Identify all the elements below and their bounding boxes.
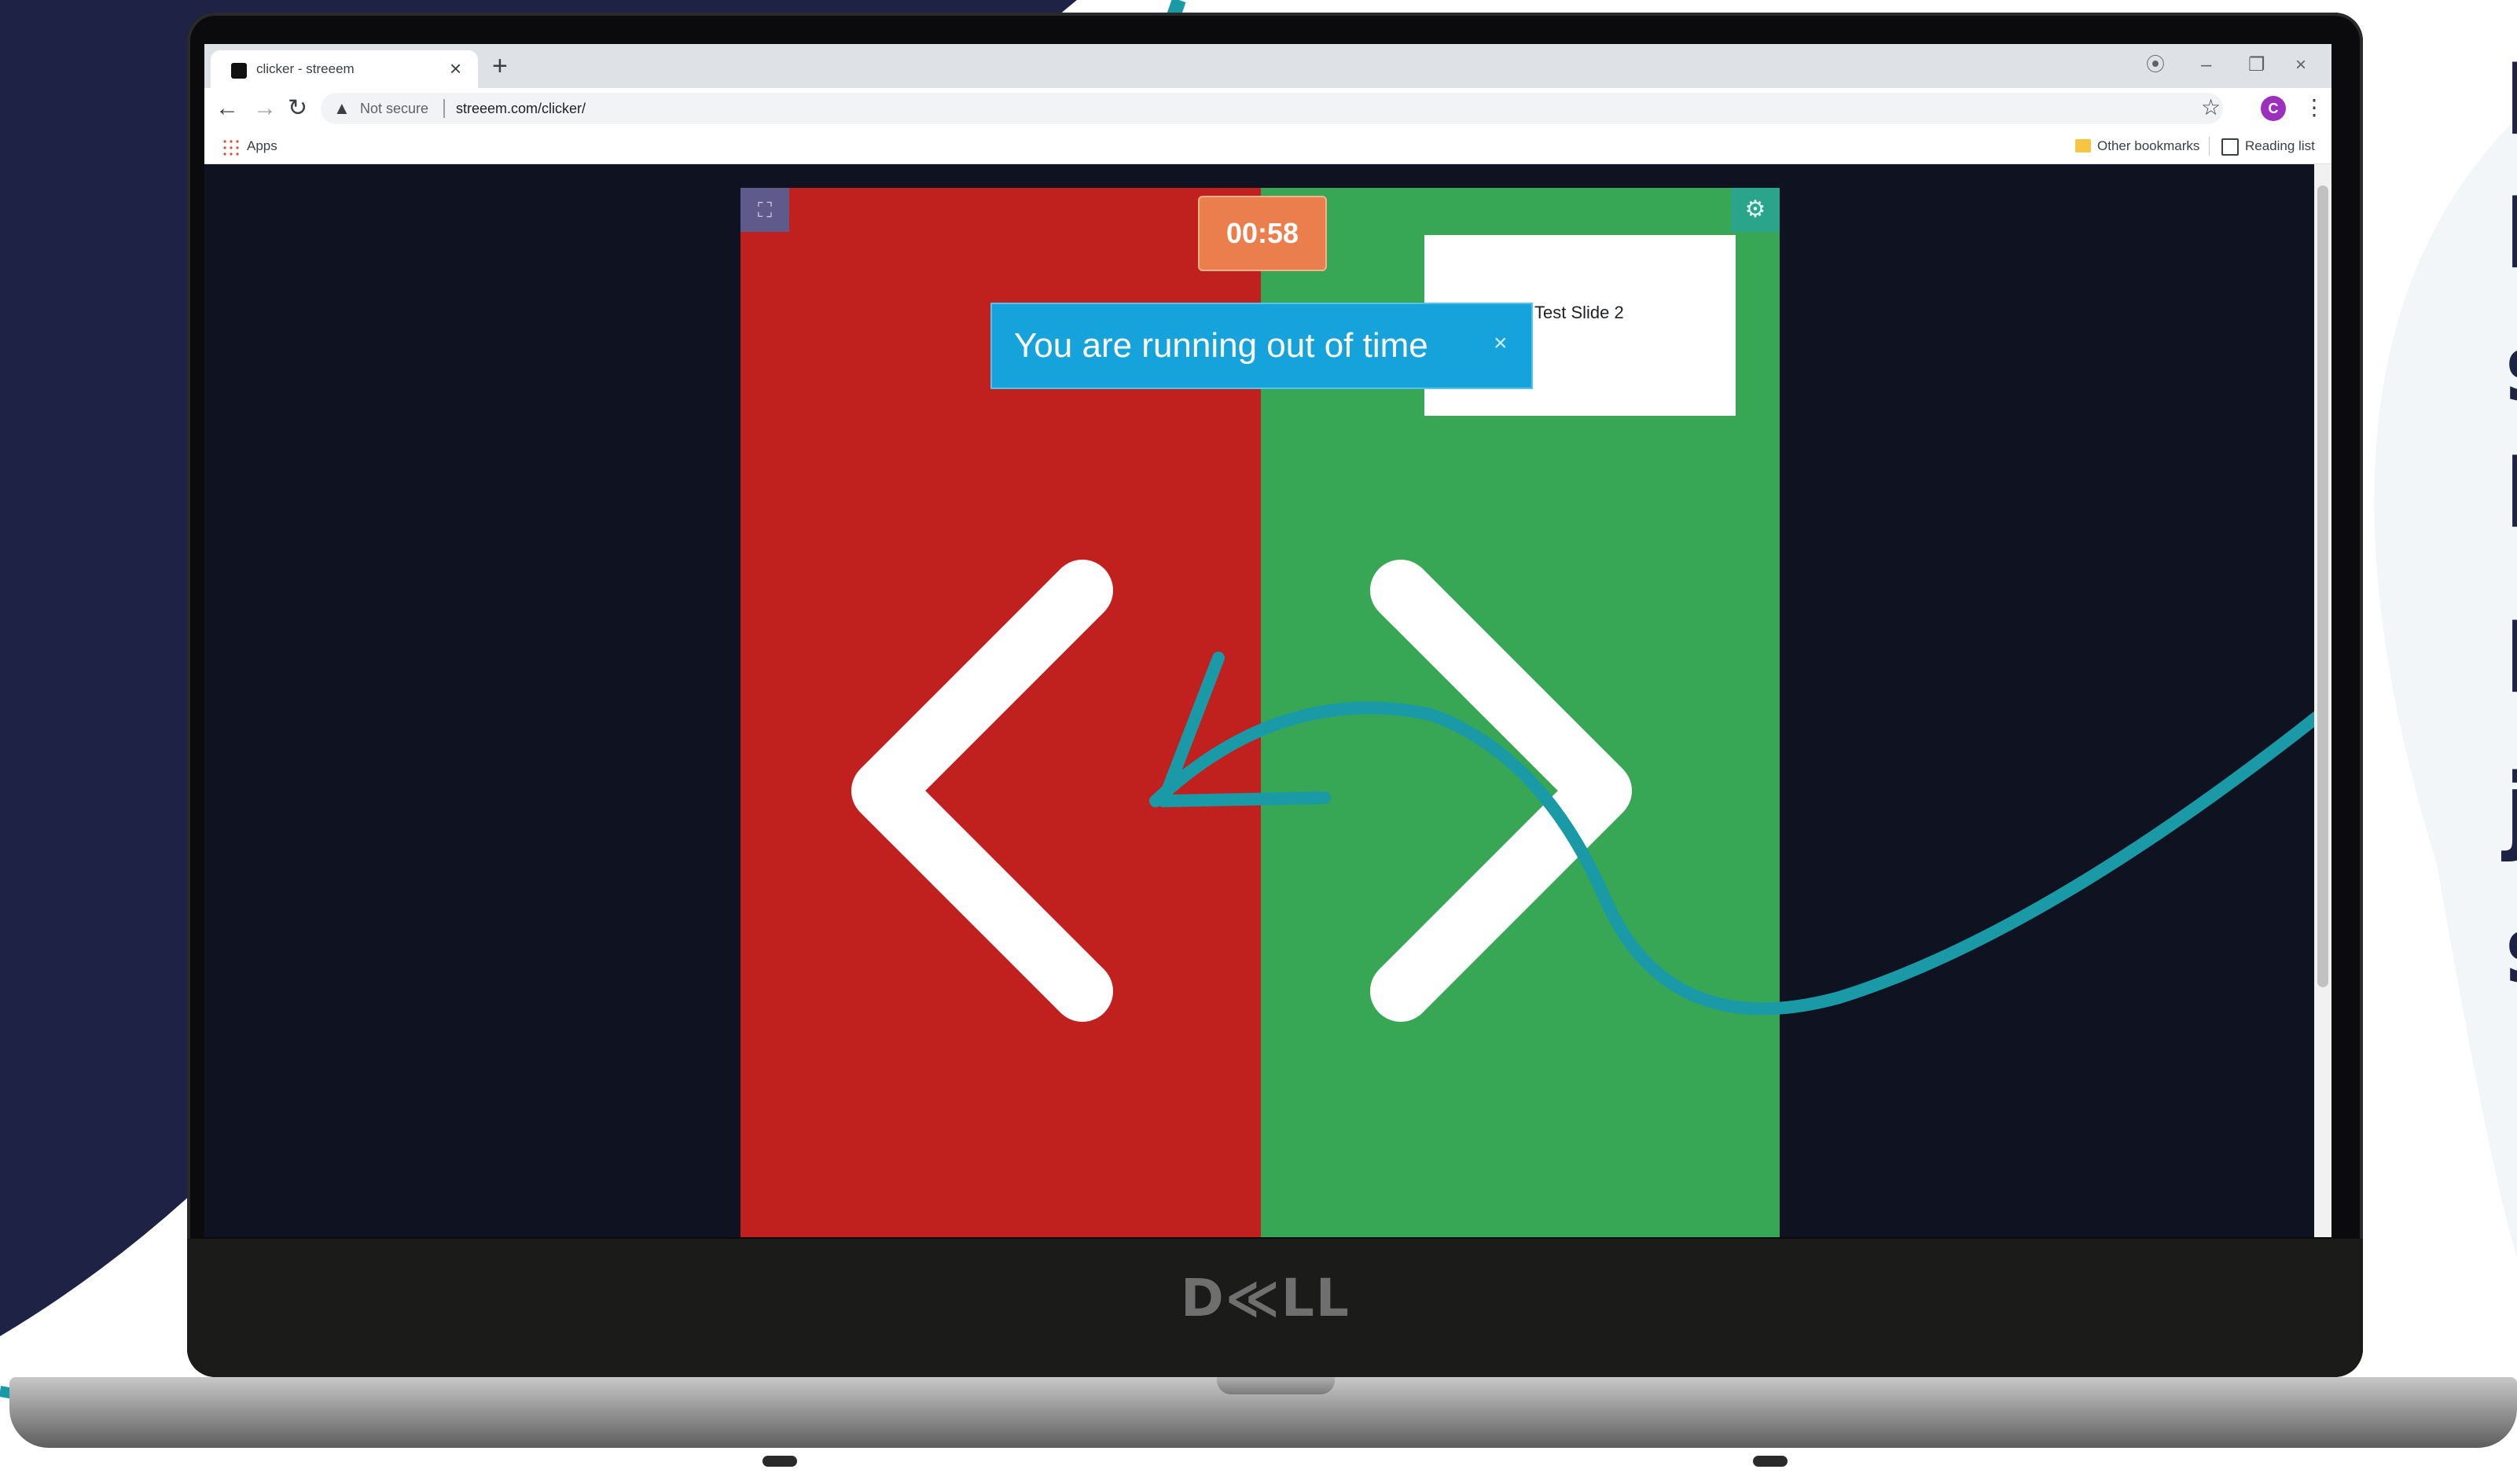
fullscreen-icon[interactable]: ⛶ [740,188,789,232]
kebab-menu-icon[interactable]: ⋮ [2303,94,2325,121]
apps-grid-icon[interactable] [222,138,239,156]
alert-message: You are running out of time [1014,326,1428,365]
bookmark-star-icon[interactable]: ☆ [2201,94,2221,121]
address-bar[interactable]: ▲ Not secure streeem.com/clicker/ [321,93,2223,124]
apps-link[interactable]: Apps [247,138,277,154]
cropped-letter: s [2504,322,2517,417]
browser-tab[interactable]: clicker - streeem × [211,50,478,88]
annotation-curve [1149,701,2314,1016]
slide-preview-title: Test Slide 2 [1534,303,1624,322]
record-icon[interactable]: ⦿ [2146,53,2165,77]
laptop-notch [1217,1377,1335,1394]
laptop-foot [1753,1456,1788,1467]
minimize-button[interactable]: – [2201,53,2211,77]
forward-icon[interactable]: → [253,94,277,123]
back-icon[interactable]: ← [215,94,239,123]
tab-strip: clicker - streeem × + ⦿ – ❐ × [204,44,2331,88]
light-blob [2374,118,2517,1258]
browser-toolbar: ← → ↻ ▲ Not secure streeem.com/clicker/ … [204,88,2331,129]
time-warning-alert: You are running out of time × [990,303,1533,389]
security-label: Not secure [360,101,429,116]
chevron-right-icon [1370,560,1632,1022]
tab-title: clicker - streeem [256,61,355,76]
cropped-letter: s [2504,904,2517,998]
page-content: ⛶ ⚙ 00:58 Test Slide 2 You are running o… [204,164,2314,1237]
cropped-letter: l [2504,448,2517,542]
countdown-timer: 00:58 [1198,196,1327,271]
cropped-letter: l [2504,55,2517,149]
url-text[interactable]: streeem.com/clicker/ [456,101,586,117]
divider [2209,137,2210,156]
close-tab-icon[interactable]: × [450,57,461,80]
chevron-left-icon [851,560,1113,1022]
reload-icon[interactable]: ↻ [288,94,307,123]
close-window-button[interactable]: × [2295,53,2306,77]
warning-icon: ▲ [333,98,351,118]
cropped-letter: l [2504,613,2517,707]
restore-button[interactable]: ❐ [2248,53,2265,77]
laptop-screen: clicker - streeem × + ⦿ – ❐ × ← → ↻ ▲ No… [204,44,2331,1237]
laptop-foot [762,1456,797,1467]
gear-icon[interactable]: ⚙ [1731,188,1780,232]
brand-logo: D≪LL [1181,1268,1350,1328]
reading-list-link[interactable]: Reading list [2245,138,2315,154]
favicon-icon [231,63,247,79]
folder-icon [2075,139,2091,152]
scrollbar-thumb[interactable] [2317,186,2328,987]
bookmarks-bar: Apps Other bookmarks Reading list [204,129,2331,164]
other-bookmarks-link[interactable]: Other bookmarks [2097,138,2199,154]
profile-avatar[interactable]: C [2261,96,2286,121]
cropped-letter: j [2504,762,2517,857]
alert-close-icon[interactable]: × [1494,328,1508,359]
divider [443,99,445,118]
new-tab-button[interactable]: + [492,52,508,80]
cropped-letter: l [2504,189,2517,283]
reading-list-icon [2221,138,2239,156]
